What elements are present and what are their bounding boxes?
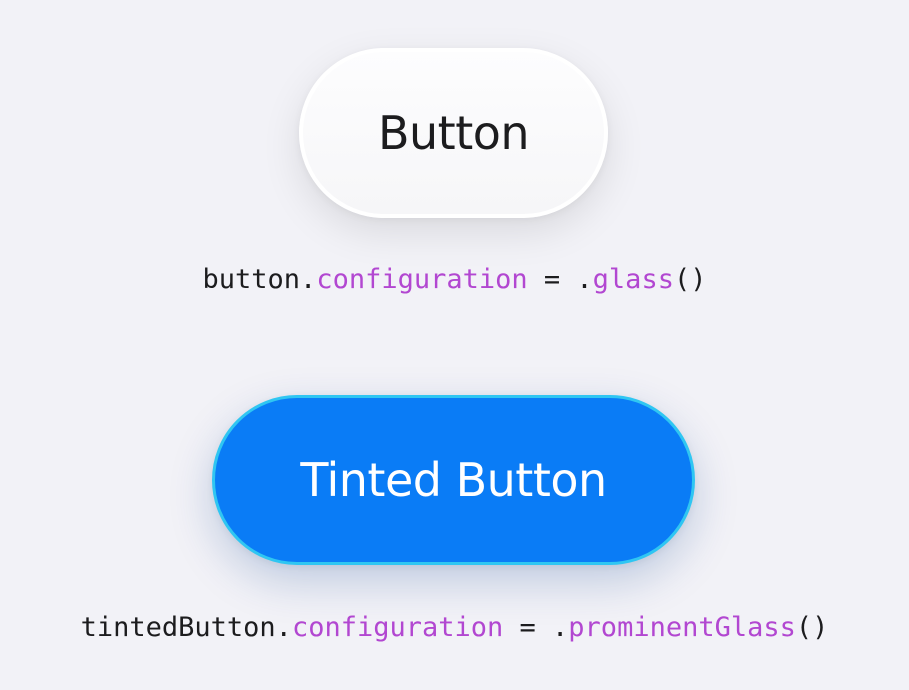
tinted-code-operator: = . (503, 612, 569, 643)
tinted-code-method: prominentGlass (568, 612, 796, 643)
glass-button-label: Button (377, 106, 530, 160)
glass-code-method: glass (592, 264, 674, 295)
tinted-button-label: Tinted Button (300, 453, 607, 507)
tinted-code-parens: () (795, 612, 829, 643)
glass-code-snippet: button.configuration = .glass() (0, 266, 909, 293)
glass-code-operator: = . (527, 264, 593, 295)
tinted-code-property: configuration (291, 612, 504, 643)
tinted-code-snippet: tintedButton.configuration = .prominentG… (0, 614, 909, 641)
glass-code-receiver: button. (202, 264, 317, 295)
glass-code-parens: () (673, 264, 707, 295)
glass-code-property: configuration (316, 264, 528, 295)
tinted-button[interactable]: Tinted Button (212, 395, 695, 565)
glass-button[interactable]: Button (299, 48, 608, 218)
tinted-code-receiver: tintedButton. (80, 612, 292, 643)
